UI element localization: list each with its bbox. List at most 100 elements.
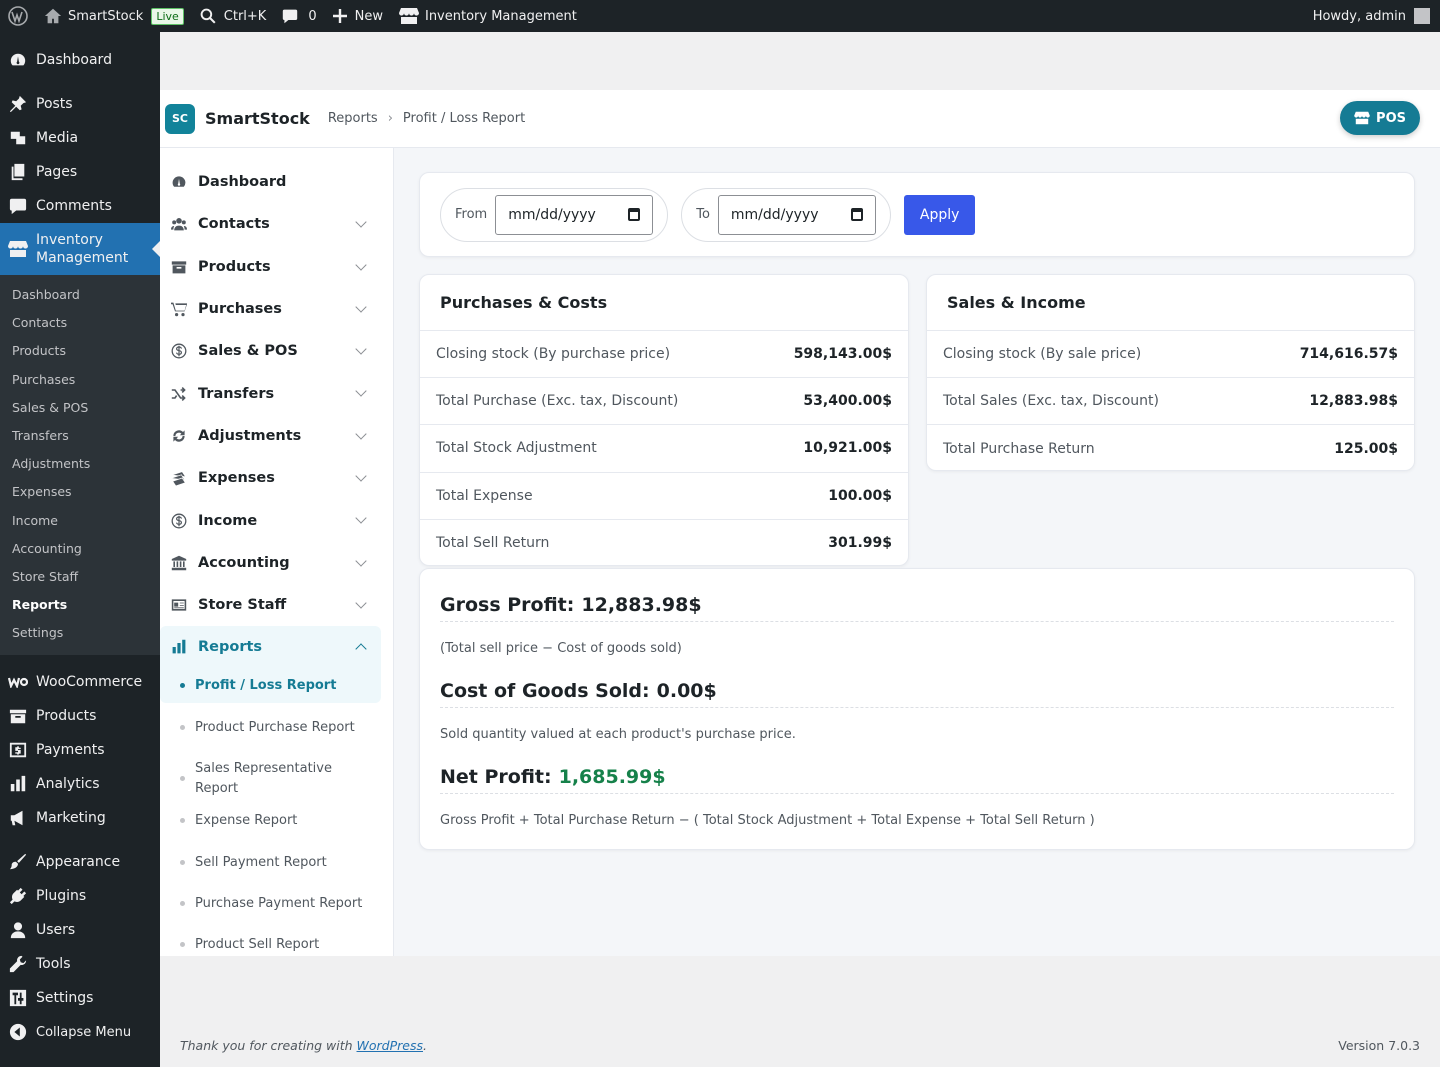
site-name-link[interactable]: SmartStock Live (36, 0, 192, 32)
apply-button[interactable]: Apply (903, 194, 976, 235)
submenu-transfers[interactable]: Transfers (0, 422, 160, 450)
dashboard-icon (8, 50, 28, 70)
admin-bar: SmartStock Live Ctrl+K 0 New Inventory M… (0, 0, 1440, 32)
howdy-text: Howdy, admin (1312, 8, 1406, 24)
menu-users[interactable]: Users (0, 913, 160, 947)
command-search-button[interactable]: Ctrl+K (192, 0, 275, 32)
menu-payments[interactable]: Payments (0, 733, 160, 767)
net-profit-label: Net Profit: (440, 766, 552, 788)
store-icon (8, 239, 28, 259)
new-content-link[interactable]: New (325, 0, 391, 32)
collapse-menu-label: Collapse Menu (36, 1024, 132, 1040)
menu-comments-label: Comments (36, 198, 112, 214)
subnav-product-purchase-report[interactable]: Product Purchase Report (160, 703, 393, 753)
collapse-menu-button[interactable]: Collapse Menu (0, 1015, 160, 1049)
row-label: Closing stock (By sale price) (943, 346, 1142, 363)
table-row: Closing stock (By sale price) 714,616.57$ (927, 331, 1414, 379)
search-icon (200, 8, 216, 24)
gross-profit-description: (Total sell price − Cost of goods sold) (440, 641, 682, 656)
pos-button[interactable]: POS (1340, 101, 1420, 135)
collapse-icon (8, 1022, 28, 1042)
archive-icon (8, 706, 28, 726)
purchases-costs-card: Purchases & Costs Closing stock (By purc… (419, 274, 909, 566)
row-value: 301.99$ (828, 535, 892, 552)
subnav-sell-payment-report[interactable]: Sell Payment Report (160, 836, 393, 889)
menu-users-label: Users (36, 922, 76, 939)
media-icon (8, 128, 28, 148)
submenu-contacts[interactable]: Contacts (0, 309, 160, 337)
nav-store-staff[interactable]: Store Staff (160, 584, 393, 626)
submenu-expenses[interactable]: Expenses (0, 478, 160, 506)
breadcrumb-reports[interactable]: Reports (328, 111, 378, 126)
calendar-icon[interactable] (850, 208, 863, 221)
chevron-down-icon (355, 343, 367, 355)
to-date-placeholder: mm/dd/yyyy (730, 206, 819, 223)
nav-dashboard[interactable]: Dashboard (160, 161, 393, 203)
footer-version: Version 7.0.3 (1338, 1038, 1420, 1053)
menu-plugins[interactable]: Plugins (0, 879, 160, 913)
subnav-purchase-payment-report[interactable]: Purchase Payment Report (160, 889, 393, 919)
submenu-settings[interactable]: Settings (0, 619, 160, 647)
wordpress-link[interactable]: WordPress (357, 1038, 423, 1053)
submenu-dashboard[interactable]: Dashboard (0, 281, 160, 309)
menu-tools[interactable]: Tools (0, 947, 160, 981)
nav-adjustments-label: Adjustments (198, 427, 302, 444)
dollar-icon (170, 512, 188, 530)
menu-inventory-management[interactable]: Inventory Management (0, 223, 160, 275)
nav-accounting[interactable]: Accounting (160, 542, 393, 584)
menu-media[interactable]: Media (0, 121, 160, 155)
subnav-sales-representative-report[interactable]: Sales Representative Report (160, 753, 360, 805)
subnav-product-sell-report[interactable]: Product Sell Report (160, 919, 393, 956)
nav-sales-pos[interactable]: Sales & POS (160, 330, 393, 372)
settings-sliders-icon (8, 988, 28, 1008)
menu-comments[interactable]: Comments (0, 189, 160, 223)
calendar-icon[interactable] (627, 208, 641, 221)
nav-purchases[interactable]: Purchases (160, 288, 393, 330)
submenu-purchases[interactable]: Purchases (0, 366, 160, 394)
menu-settings[interactable]: Settings (0, 981, 160, 1015)
menu-analytics-label: Analytics (36, 776, 100, 793)
row-value: 100.00$ (828, 487, 892, 504)
nav-products[interactable]: Products (160, 246, 393, 288)
from-date-group: From mm/dd/yyyy (440, 187, 669, 242)
submenu-income[interactable]: Income (0, 507, 160, 535)
submenu-store-staff[interactable]: Store Staff (0, 563, 160, 591)
row-value: 12,883.98$ (1309, 393, 1398, 410)
menu-posts[interactable]: Posts (0, 87, 160, 121)
nav-contacts[interactable]: Contacts (160, 203, 393, 245)
plugin-header: SC SmartStock Reports › Profit / Loss Re… (160, 90, 1440, 148)
nav-reports[interactable]: Reports (160, 626, 381, 669)
menu-marketing[interactable]: Marketing (0, 801, 160, 835)
cogs-heading: Cost of Goods Sold: 0.00$ (440, 675, 1394, 708)
submenu-adjustments[interactable]: Adjustments (0, 450, 160, 478)
chevron-down-icon (355, 555, 367, 567)
inventory-management-link[interactable]: Inventory Management (391, 0, 585, 32)
net-profit-formula: Gross Profit + Total Purchase Return − (… (440, 813, 1095, 828)
my-account-link[interactable]: Howdy, admin (1313, 8, 1440, 24)
woocommerce-icon (8, 672, 28, 692)
submenu-sales-pos[interactable]: Sales & POS (0, 394, 160, 422)
cogs-description: Sold quantity valued at each product's p… (440, 727, 796, 742)
nav-income[interactable]: Income (160, 499, 393, 541)
menu-analytics[interactable]: Analytics (0, 767, 160, 801)
comments-link[interactable]: 0 (274, 0, 324, 32)
pages-icon (8, 162, 28, 182)
submenu-accounting[interactable]: Accounting (0, 535, 160, 563)
menu-products-label: Products (36, 708, 97, 725)
menu-products[interactable]: Products (0, 699, 160, 733)
submenu-reports[interactable]: Reports (0, 591, 160, 619)
menu-pages[interactable]: Pages (0, 155, 160, 189)
subnav-expense-report[interactable]: Expense Report (160, 805, 393, 836)
menu-woocommerce[interactable]: WooCommerce (0, 665, 160, 699)
wordpress-logo-icon[interactable] (0, 0, 36, 32)
menu-dashboard[interactable]: Dashboard (0, 43, 160, 77)
submenu-products[interactable]: Products (0, 337, 160, 365)
site-name: SmartStock (68, 8, 144, 24)
to-date-input[interactable]: mm/dd/yyyy (717, 194, 876, 235)
nav-expenses[interactable]: Expenses (160, 457, 393, 499)
subnav-profit-loss-report[interactable]: Profit / Loss Report (160, 668, 381, 703)
menu-appearance[interactable]: Appearance (0, 845, 160, 879)
from-date-input[interactable]: mm/dd/yyyy (495, 194, 654, 235)
nav-adjustments[interactable]: Adjustments (160, 415, 393, 457)
nav-transfers[interactable]: Transfers (160, 372, 393, 414)
